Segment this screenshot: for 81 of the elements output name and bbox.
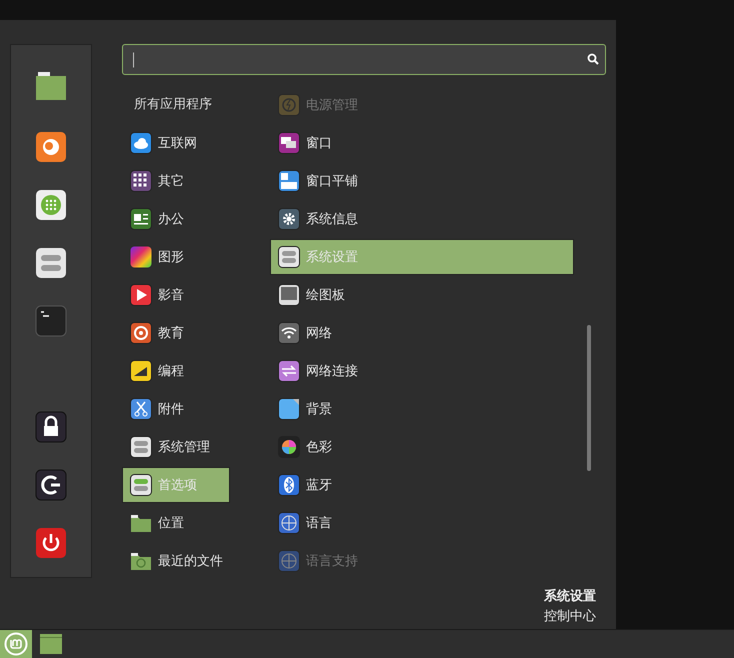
app-item[interactable]: 窗口 xyxy=(270,124,574,162)
app-item[interactable]: 绘图板 xyxy=(270,276,574,314)
app-item[interactable]: 系统信息 xyxy=(270,200,574,238)
app-item[interactable]: 网络 xyxy=(270,314,574,352)
lightning-icon xyxy=(278,94,300,116)
item-label: 色彩 xyxy=(306,438,332,456)
logout-icon[interactable] xyxy=(34,468,68,502)
item-label: 电源管理 xyxy=(306,96,358,114)
item-label: 教育 xyxy=(158,324,184,342)
item-label: 背景 xyxy=(306,400,332,418)
power-icon[interactable] xyxy=(34,526,68,560)
toggles-icon xyxy=(130,436,152,458)
item-label: 语言支持 xyxy=(306,552,358,570)
target-icon xyxy=(130,322,152,344)
app-item[interactable]: 色彩 xyxy=(270,428,574,466)
item-label: 位置 xyxy=(158,514,184,532)
app-item[interactable]: 窗口平铺 xyxy=(270,162,574,200)
description-title: 系统设置 xyxy=(544,588,596,606)
lock-icon[interactable] xyxy=(34,410,68,444)
item-label: 蓝牙 xyxy=(306,476,332,494)
app-item[interactable]: 蓝牙 xyxy=(270,466,574,504)
category-item[interactable]: 其它 xyxy=(122,162,230,200)
item-label: 系统信息 xyxy=(306,210,358,228)
category-item[interactable]: 附件 xyxy=(122,390,230,428)
category-item[interactable]: 影音 xyxy=(122,276,230,314)
app-item[interactable]: 网络连接 xyxy=(270,352,574,390)
item-label: 语言 xyxy=(306,514,332,532)
category-item[interactable]: 位置 xyxy=(122,504,230,542)
category-item[interactable]: 系统管理 xyxy=(122,428,230,466)
category-item[interactable]: 编程 xyxy=(122,352,230,390)
item-label: 窗口平铺 xyxy=(306,172,358,190)
scissors-icon xyxy=(130,398,152,420)
ruler-icon xyxy=(130,360,152,382)
category-item[interactable]: 教育 xyxy=(122,314,230,352)
category-item[interactable]: 图形 xyxy=(122,238,230,276)
item-label: 最近的文件 xyxy=(158,552,223,570)
item-label: 编程 xyxy=(158,362,184,380)
wifi-icon xyxy=(278,322,300,344)
arrows-icon xyxy=(278,360,300,382)
grid-icon xyxy=(130,170,152,192)
item-label: 系统管理 xyxy=(158,438,210,456)
globe-icon xyxy=(278,550,300,572)
category-header: 所有应用程序 xyxy=(133,96,213,114)
monitor-icon xyxy=(278,284,300,306)
item-label: 互联网 xyxy=(158,134,197,152)
document-icon xyxy=(130,208,152,230)
scrollbar[interactable] xyxy=(587,324,591,471)
item-label: 影音 xyxy=(158,286,184,304)
item-label: 窗口 xyxy=(306,134,332,152)
category-item[interactable]: 办公 xyxy=(122,200,230,238)
item-label: 绘图板 xyxy=(306,286,345,304)
item-label: 首选项 xyxy=(158,476,197,494)
item-label: 附件 xyxy=(158,400,184,418)
item-label: 图形 xyxy=(158,248,184,266)
toggles-icon[interactable] xyxy=(34,246,68,280)
palette-icon xyxy=(130,246,152,268)
app-item[interactable]: 背景 xyxy=(270,390,574,428)
cloud-icon xyxy=(130,132,152,154)
windows-icon xyxy=(278,132,300,154)
tiles-icon xyxy=(278,170,300,192)
gear-icon xyxy=(278,208,300,230)
bluetooth-icon xyxy=(278,474,300,496)
toggles-icon xyxy=(130,474,152,496)
item-label: 其它 xyxy=(158,172,184,190)
globe-icon xyxy=(278,512,300,534)
category-item[interactable]: 互联网 xyxy=(122,124,230,162)
page-icon xyxy=(278,398,300,420)
item-label: 网络连接 xyxy=(306,362,358,380)
search-field[interactable]: | xyxy=(122,44,606,75)
search-icon xyxy=(587,53,599,66)
toggles-icon xyxy=(278,246,300,268)
color-wheel-icon xyxy=(278,436,300,458)
app-item[interactable]: 语言 xyxy=(270,504,574,542)
item-label: 网络 xyxy=(306,324,332,342)
grid-icon[interactable] xyxy=(34,188,68,222)
category-item[interactable]: 最近的文件 xyxy=(122,542,230,580)
play-icon xyxy=(130,284,152,306)
item-label: 办公 xyxy=(158,210,184,228)
item-label: 系统设置 xyxy=(306,248,358,266)
text-cursor: | xyxy=(131,50,136,68)
description-subtitle: 控制中心 xyxy=(544,608,596,626)
